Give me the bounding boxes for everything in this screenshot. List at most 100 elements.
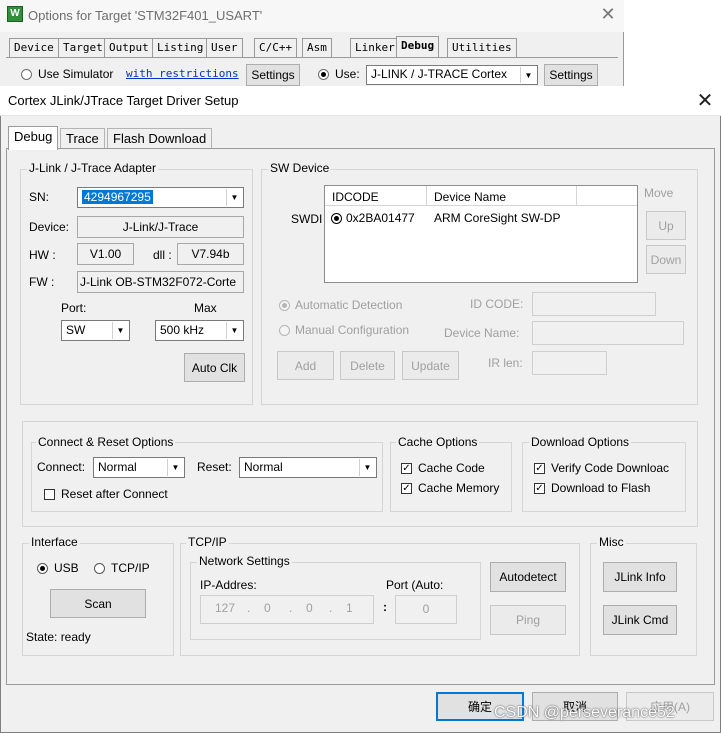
cache-memory-checkbox[interactable]: ✓ [401, 483, 412, 494]
fw-value: J-Link OB-STM32F072-Corte [77, 271, 244, 293]
tcpip-group-title: TCP/IP [186, 535, 229, 549]
cache-group [390, 442, 512, 512]
delete-button[interactable]: Delete [340, 351, 395, 380]
download-to-flash-label: Download to Flash [551, 481, 651, 495]
use-debugger-radio[interactable] [318, 69, 329, 80]
debugger-select-value: J-LINK / J-TRACE Cortex [371, 67, 508, 81]
automatic-detection-radio[interactable] [279, 300, 290, 311]
device-row-idcode[interactable]: 0x2BA01477 [346, 211, 415, 225]
reset-select-value: Normal [244, 460, 283, 474]
jlink-info-button[interactable]: JLink Info [603, 562, 677, 592]
tcpip-radio[interactable] [94, 563, 105, 574]
verify-code-checkbox[interactable]: ✓ [534, 463, 545, 474]
manual-configuration-label: Manual Configuration [295, 323, 410, 337]
tab-target[interactable]: Target [58, 38, 108, 57]
options-close-icon[interactable]: ✕ [598, 4, 618, 24]
scan-button[interactable]: Scan [50, 589, 146, 618]
port-select[interactable]: SW ▼ [61, 320, 130, 341]
download-to-flash-checkbox[interactable]: ✓ [534, 483, 545, 494]
reset-after-connect-label: Reset after Connect [61, 487, 168, 501]
tab-debug[interactable]: Debug [396, 36, 440, 58]
tab-asm[interactable]: Asm [302, 38, 332, 57]
column-divider [576, 186, 577, 206]
chevron-down-icon: ▼ [226, 189, 242, 206]
connect-select-value: Normal [98, 460, 137, 474]
tab-debug-setup[interactable]: Debug [8, 126, 59, 150]
tab-output[interactable]: Output [104, 38, 154, 57]
reset-after-connect-checkbox[interactable] [44, 489, 55, 500]
port-auto-label: Port (Auto: [386, 578, 444, 592]
device-name-field[interactable] [532, 321, 684, 345]
automatic-detection-label: Automatic Detection [295, 298, 403, 312]
update-button[interactable]: Update [402, 351, 459, 380]
port-field[interactable]: 0 [395, 595, 457, 624]
reset-label: Reset: [197, 460, 232, 474]
column-header-device-name: Device Name [434, 190, 507, 204]
download-group [522, 442, 686, 512]
tab-user[interactable]: User [206, 38, 243, 57]
move-label: Move [644, 186, 674, 200]
device-value: J-Link/J-Trace [77, 216, 244, 238]
debugger-settings-button[interactable]: Settings [544, 64, 598, 86]
download-group-title: Download Options [529, 435, 632, 449]
debugger-select[interactable]: J-LINK / J-TRACE Cortex ▼ [366, 65, 538, 85]
tab-linker[interactable]: Linker [350, 38, 400, 57]
id-code-field[interactable] [532, 292, 656, 316]
usb-label: USB [54, 561, 79, 575]
tab-divider [6, 57, 618, 58]
tab-utilities[interactable]: Utilities [447, 38, 517, 57]
port-separator: : [383, 600, 387, 614]
dialog-close-icon[interactable]: ✕ [694, 90, 716, 112]
auto-clk-button[interactable]: Auto Clk [184, 353, 245, 382]
cache-code-checkbox[interactable]: ✓ [401, 463, 412, 474]
tab-listing[interactable]: Listing [152, 38, 209, 57]
ip-octet-4: 1 [346, 601, 353, 615]
use-label: Use: [335, 67, 360, 81]
network-settings-title: Network Settings [197, 554, 292, 568]
move-down-button[interactable]: Down [646, 245, 686, 274]
port-select-value: SW [66, 323, 86, 337]
cache-group-title: Cache Options [396, 435, 480, 449]
interface-group-title: Interface [29, 535, 80, 549]
port-label: Port: [61, 301, 87, 315]
add-button[interactable]: Add [277, 351, 334, 380]
sn-select[interactable]: 4294967295 ▼ [77, 187, 244, 208]
verify-code-label: Verify Code Downloac [551, 461, 670, 475]
max-label: Max [194, 301, 217, 315]
move-up-button[interactable]: Up [646, 211, 686, 240]
usb-radio[interactable] [37, 563, 48, 574]
ip-dot: . [329, 601, 333, 615]
autodetect-button[interactable]: Autodetect [490, 562, 566, 592]
with-restrictions-link[interactable]: with restrictions [126, 67, 239, 80]
ip-octet-1: 127 [215, 601, 236, 615]
max-clock-select[interactable]: 500 kHz ▼ [155, 320, 244, 341]
options-window-title: Options for Target 'STM32F401_USART' [28, 8, 263, 23]
ip-octet-3: 0 [306, 601, 313, 615]
ip-address-field[interactable]: 127 . 0 . 0 . 1 [200, 595, 374, 624]
tab-flash-download[interactable]: Flash Download [107, 128, 213, 148]
swdi-label: SWDI [291, 212, 323, 226]
id-code-label: ID CODE: [470, 297, 524, 311]
tcpip-label: TCP/IP [111, 561, 150, 575]
connect-label: Connect: [37, 460, 86, 474]
device-row-name[interactable]: ARM CoreSight SW-DP [434, 211, 560, 225]
use-simulator-radio[interactable] [21, 69, 32, 80]
simulator-settings-button[interactable]: Settings [246, 64, 300, 86]
ping-button[interactable]: Ping [490, 605, 566, 635]
tab-device[interactable]: Device [9, 38, 59, 57]
tab-cc[interactable]: C/C++ [254, 38, 298, 57]
hw-value: V1.00 [77, 243, 134, 265]
watermark: CSDN @perseverance52 [494, 704, 675, 721]
hw-label: HW : [29, 248, 56, 262]
jlink-cmd-button[interactable]: JLink Cmd [603, 605, 677, 635]
ir-len-field[interactable] [532, 351, 607, 375]
chevron-down-icon: ▼ [359, 459, 375, 476]
reset-select[interactable]: Normal ▼ [239, 457, 377, 478]
manual-configuration-radio[interactable] [279, 325, 290, 336]
connect-select[interactable]: Normal ▼ [93, 457, 185, 478]
adapter-group-title: J-Link / J-Trace Adapter [27, 161, 158, 175]
tab-trace[interactable]: Trace [60, 128, 105, 148]
selected-device-icon [331, 213, 342, 224]
fw-label: FW : [29, 275, 55, 289]
device-label: Device: [29, 220, 70, 234]
